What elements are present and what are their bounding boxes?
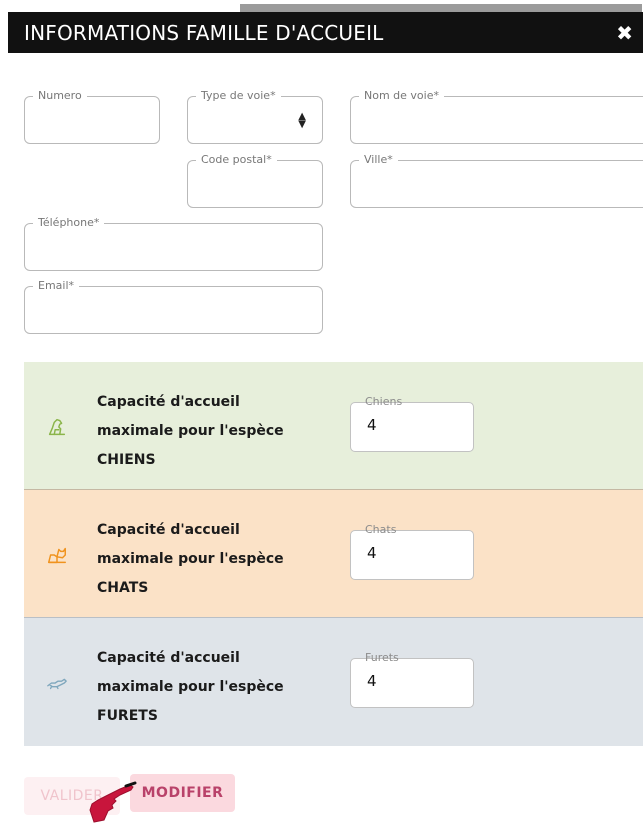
ferret-icon — [47, 678, 67, 690]
modifier-button[interactable]: MODIFIER — [130, 774, 235, 812]
ville-field[interactable]: Ville* — [350, 153, 643, 208]
capacity-panel-furets: Capacité d'accueil maximale pour l'espèc… — [24, 618, 643, 746]
ville-label: Ville* — [359, 153, 398, 167]
nom-de-voie-field[interactable]: Nom de voie* — [350, 89, 643, 144]
email-field[interactable]: Email* — [24, 279, 323, 334]
species-name: CHATS — [97, 580, 149, 596]
code-postal-field[interactable]: Code postal* — [187, 153, 323, 208]
numero-label: Numero — [33, 89, 87, 103]
chats-input-value: 4 — [367, 544, 377, 562]
chiens-input-value: 4 — [367, 416, 377, 434]
close-icon[interactable]: ✖ — [616, 21, 633, 45]
capacity-line2: maximale pour l'espèce — [97, 679, 284, 695]
capacity-panel-chats: Capacité d'accueil maximale pour l'espèc… — [24, 490, 643, 618]
furets-input-label: Furets — [365, 651, 399, 664]
email-label: Email* — [33, 279, 80, 293]
capacity-text-furets: Capacité d'accueil maximale pour l'espèc… — [97, 644, 327, 731]
dialog-title: INFORMATIONS FAMILLE D'ACCUEIL — [24, 21, 384, 45]
top-divider — [240, 4, 642, 12]
chats-capacity-input[interactable]: Chats 4 — [350, 523, 474, 580]
telephone-field[interactable]: Téléphone* — [24, 216, 323, 271]
chats-input-label: Chats — [365, 523, 397, 536]
code-postal-label: Code postal* — [196, 153, 277, 167]
capacity-panel-chiens: Capacité d'accueil maximale pour l'espèc… — [24, 362, 643, 490]
numero-field[interactable]: Numero — [24, 89, 160, 144]
telephone-label: Téléphone* — [33, 216, 105, 230]
cat-icon — [48, 547, 66, 564]
furets-capacity-input[interactable]: Furets 4 — [350, 651, 474, 708]
type-de-voie-label: Type de voie* — [196, 89, 281, 103]
species-name: CHIENS — [97, 452, 156, 468]
dog-icon — [48, 418, 66, 436]
species-name: FURETS — [97, 708, 158, 724]
select-arrows-icon: ▲ ▼ — [298, 111, 306, 130]
type-de-voie-select[interactable]: Type de voie* ▲ ▼ — [187, 89, 323, 144]
capacity-line1: Capacité d'accueil — [97, 394, 240, 410]
capacity-line1: Capacité d'accueil — [97, 522, 240, 538]
capacity-line2: maximale pour l'espèce — [97, 423, 284, 439]
chiens-input-label: Chiens — [365, 395, 403, 408]
furets-input-value: 4 — [367, 672, 377, 690]
nom-de-voie-label: Nom de voie* — [359, 89, 444, 103]
pointing-hand-icon — [89, 781, 137, 823]
dialog-header: INFORMATIONS FAMILLE D'ACCUEIL ✖ — [8, 12, 643, 53]
capacity-text-chiens: Capacité d'accueil maximale pour l'espèc… — [97, 388, 327, 475]
chiens-capacity-input[interactable]: Chiens 4 — [350, 395, 474, 452]
capacity-line1: Capacité d'accueil — [97, 650, 240, 666]
capacity-text-chats: Capacité d'accueil maximale pour l'espèc… — [97, 516, 327, 603]
capacity-line2: maximale pour l'espèce — [97, 551, 284, 567]
